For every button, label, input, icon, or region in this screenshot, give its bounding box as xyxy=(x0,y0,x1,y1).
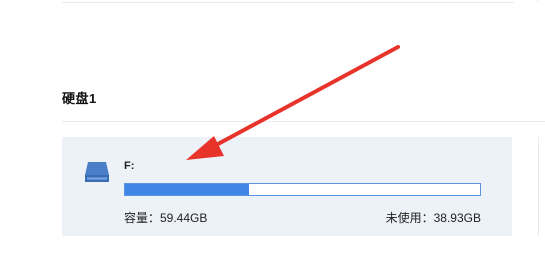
next-card-edge xyxy=(538,137,545,236)
drive-card-f[interactable]: F: 容量：59.44GB 未使用：38.93GB xyxy=(62,137,512,236)
usage-bar-fill xyxy=(125,184,250,195)
previous-card-bottom-edge xyxy=(62,0,514,3)
hard-drive-icon xyxy=(85,162,109,182)
free-space-text: 未使用：38.93GB xyxy=(385,211,481,225)
section-title: 硬盘1 xyxy=(62,91,97,106)
previous-card-right-edge xyxy=(537,0,545,2)
drive-letter: F: xyxy=(124,160,135,172)
section-divider xyxy=(62,121,545,122)
capacity-text: 容量：59.44GB xyxy=(124,211,208,225)
usage-bar xyxy=(124,183,481,196)
